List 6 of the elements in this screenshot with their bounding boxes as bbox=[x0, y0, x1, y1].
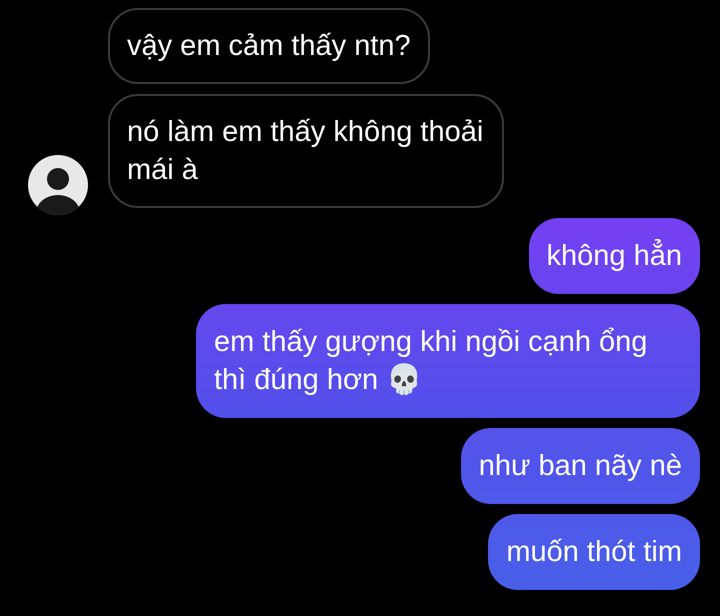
received-message: nó làm em thấy không thoải mái à bbox=[108, 94, 504, 208]
sent-message: muốn thót tim bbox=[488, 514, 700, 590]
received-message: vậy em cảm thấy ntn? bbox=[108, 8, 430, 84]
sent-message: em thấy gượng khi ngồi cạnh ổng thì đúng hơn 💀 bbox=[196, 304, 700, 418]
sent-message: như ban nãy nè bbox=[460, 428, 700, 504]
sent-message: không hẳn bbox=[528, 218, 700, 294]
